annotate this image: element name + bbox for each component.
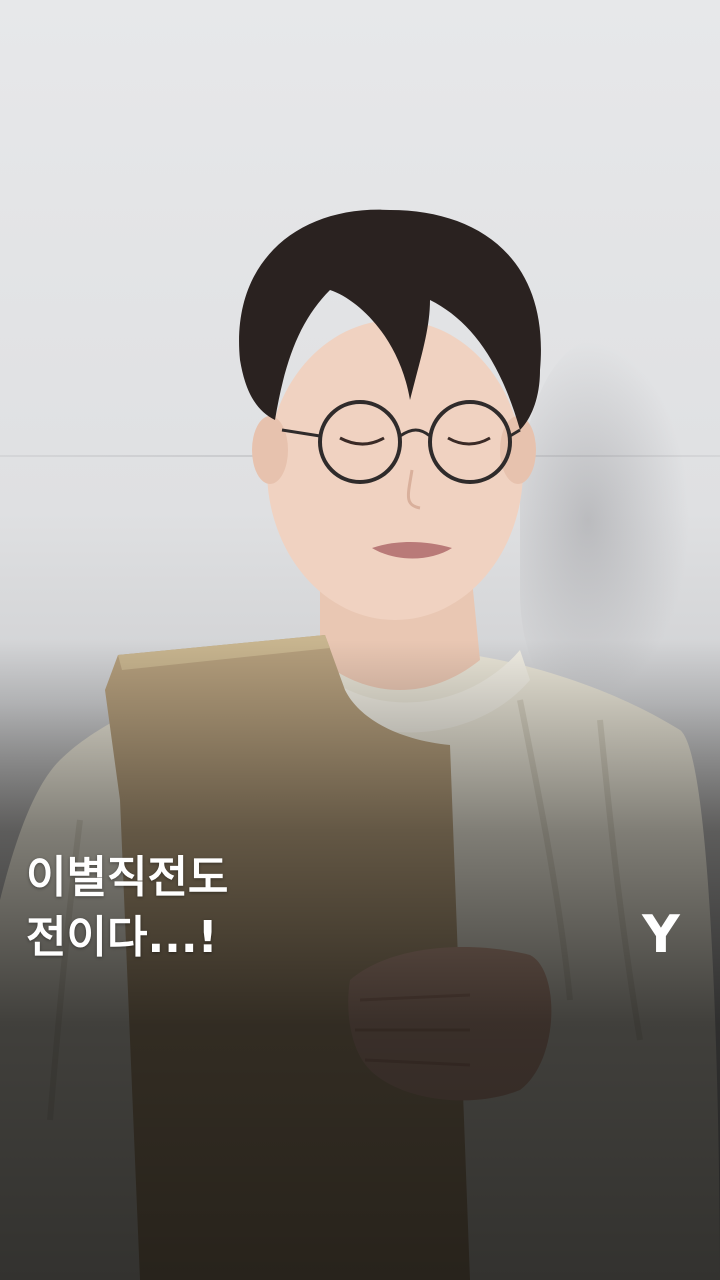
video-frame[interactable]: 이별직전도 전이다...! Y (0, 0, 720, 1280)
video-caption: 이별직전도 전이다...! (26, 852, 229, 963)
person-illustration (0, 209, 720, 1280)
face (267, 320, 523, 620)
brand-logo: Y (642, 905, 680, 965)
